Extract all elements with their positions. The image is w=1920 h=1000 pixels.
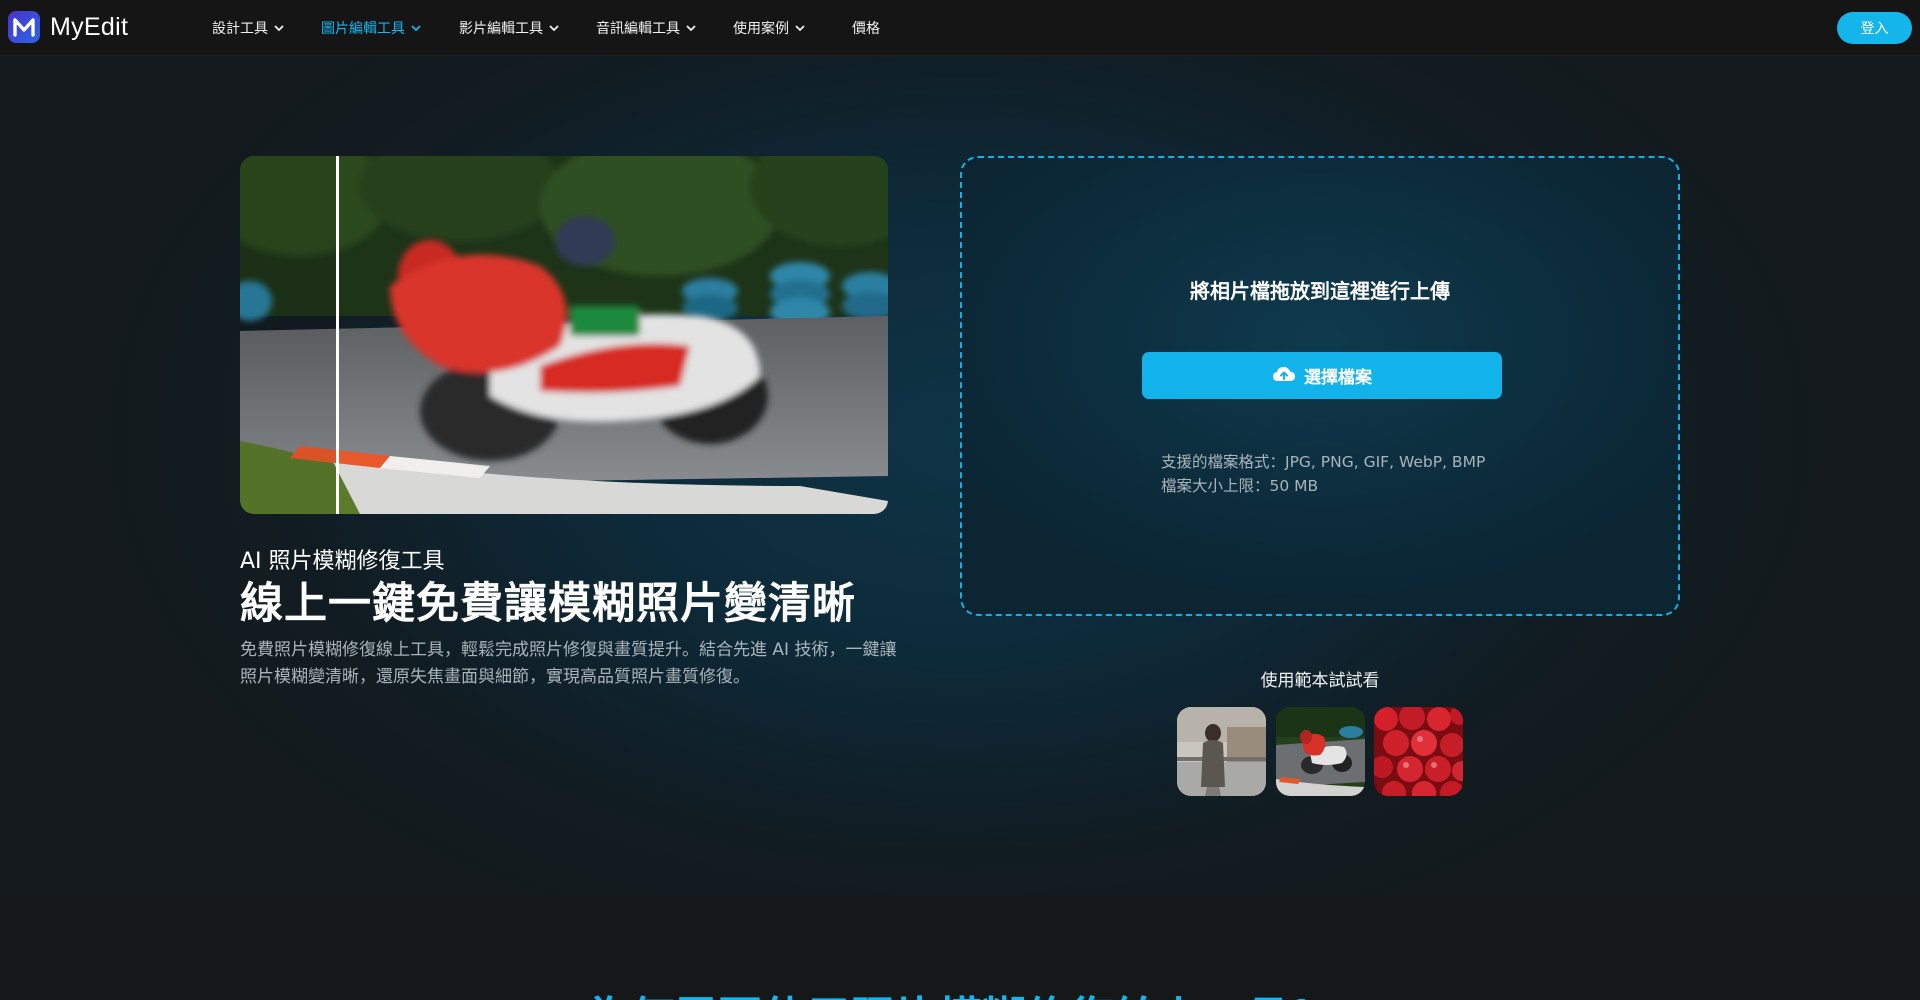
nav-video-tools[interactable]: 影片編輯工具: [459, 18, 559, 38]
nav-label: 設計工具: [212, 21, 268, 37]
dropzone-title: 將相片檔拖放到這裡進行上傳: [1190, 279, 1450, 303]
comparison-slider-handle[interactable]: [336, 156, 339, 514]
file-size-limit: 檔案大小上限：50 MB: [1161, 477, 1319, 495]
brand-logo[interactable]: MyEdit: [8, 11, 128, 43]
sample-thumbnail-motorcycle[interactable]: [1276, 707, 1365, 796]
myedit-logo-icon: [8, 11, 40, 43]
chevron-down-icon: [795, 20, 805, 36]
cloud-upload-icon: [1272, 365, 1296, 386]
top-navbar: MyEdit 設計工具 圖片編輯工具 影片編輯工具 音訊編輯工具 使用案例 價格…: [0, 0, 1920, 56]
hero-section: AI 照片模糊修復工具 線上一鍵免費讓模糊照片變清晰 免費照片模糊修復線上工具，…: [0, 56, 1920, 896]
nav-label: 價格: [852, 21, 880, 37]
nav-label: 影片編輯工具: [459, 21, 543, 37]
choose-file-button[interactable]: 選擇檔案: [1142, 352, 1502, 399]
page-title: 線上一鍵免費讓模糊照片變清晰: [240, 579, 856, 629]
nav-pricing[interactable]: 價格: [852, 18, 880, 38]
nav-photo-tools[interactable]: 圖片編輯工具: [321, 18, 421, 38]
brand-name: MyEdit: [50, 12, 129, 41]
woman-photo-image: [1177, 707, 1266, 796]
nav-design-tools[interactable]: 設計工具: [212, 18, 284, 38]
apples-photo-image: [1374, 707, 1463, 796]
before-after-preview[interactable]: [240, 156, 888, 514]
chevron-down-icon: [549, 20, 559, 36]
section-heading-why: 為何需要使用照片模糊修復線上工具？: [0, 982, 1920, 1000]
nav-use-cases[interactable]: 使用案例: [733, 18, 805, 38]
upload-dropzone[interactable]: 將相片檔拖放到這裡進行上傳 選擇檔案 支援的檔案格式：JPG, PNG, GIF…: [960, 156, 1680, 616]
samples-title: 使用範本試試看: [1260, 671, 1380, 691]
login-button[interactable]: 登入: [1837, 12, 1912, 44]
nav-label: 音訊編輯工具: [596, 21, 680, 37]
motorcycle-photo-image: [1276, 707, 1365, 796]
nav-label: 圖片編輯工具: [321, 21, 405, 37]
nav-audio-tools[interactable]: 音訊編輯工具: [596, 18, 696, 38]
supported-formats: 支援的檔案格式：JPG, PNG, GIF, WebP, BMP: [1161, 453, 1486, 471]
sample-thumbnail-woman[interactable]: [1177, 707, 1266, 796]
chevron-down-icon: [686, 20, 696, 36]
upload-requirements: 支援的檔案格式：JPG, PNG, GIF, WebP, BMP 檔案大小上限：…: [1161, 450, 1485, 498]
nav-label: 使用案例: [733, 21, 789, 37]
chevron-down-icon: [274, 20, 284, 36]
hero-description: 免費照片模糊修復線上工具，輕鬆完成照片修復與畫質提升。結合先進 AI 技術，一鍵…: [240, 640, 897, 687]
sample-thumbnail-apples[interactable]: [1374, 707, 1463, 796]
chevron-down-icon: [411, 20, 421, 36]
choose-file-label: 選擇檔案: [1304, 368, 1372, 388]
